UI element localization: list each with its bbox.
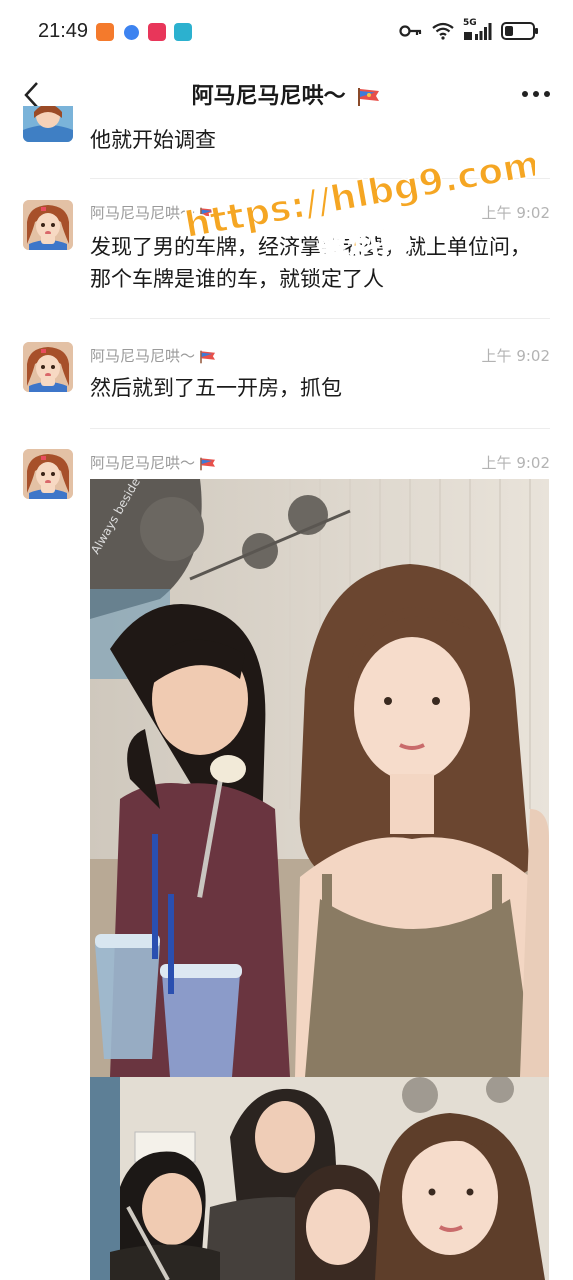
- message-text: 然后就到了五一开房，抓包: [90, 376, 342, 400]
- chat-photo[interactable]: [90, 1077, 549, 1280]
- sender-name: 阿马尼马尼哄～: [90, 345, 217, 366]
- message-timestamp: 上午 9:02: [481, 347, 550, 365]
- key-icon: [399, 25, 422, 37]
- message-timestamp: 上午 9:02: [481, 454, 550, 472]
- message-divider: [90, 318, 550, 319]
- battery-icon: [501, 22, 538, 40]
- signal-icon: 5G: [463, 18, 493, 40]
- message-text: 发现了男的车牌，经济掌控老婆，就上单位问，那个车牌是谁的车，就锁定了人: [90, 235, 531, 291]
- flag-emoji-icon: [200, 350, 216, 363]
- notification-app-icon: [174, 23, 192, 41]
- sender-name: 阿马尼马尼哄～: [90, 452, 217, 473]
- avatar[interactable]: [23, 342, 73, 392]
- more-dots-icon: [522, 91, 550, 97]
- notification-app-icon: [96, 23, 114, 41]
- avatar[interactable]: [23, 106, 73, 142]
- wifi-icon: [432, 22, 454, 40]
- notification-app-icon: [124, 25, 139, 40]
- status-bar: 21:49 5G: [0, 0, 573, 66]
- sender-name: 阿马尼马尼哄～: [90, 202, 217, 223]
- chat-title: 阿马尼马尼哄～: [0, 78, 573, 110]
- avatar[interactable]: [23, 449, 73, 499]
- chat-header: 阿马尼马尼哄～: [0, 66, 573, 124]
- flag-emoji-icon: [200, 457, 216, 470]
- avatar[interactable]: [23, 200, 73, 250]
- status-time: 21:49: [38, 20, 89, 42]
- flag-emoji-icon: [200, 207, 216, 220]
- chat-photo[interactable]: Always beside: [90, 479, 549, 1077]
- message-divider: [90, 428, 550, 429]
- more-options-button[interactable]: [521, 72, 551, 105]
- flag-emoji-icon: [358, 88, 380, 106]
- message-text: 他就开始调查: [90, 128, 216, 152]
- notification-app-icon: [148, 23, 166, 41]
- message-divider: [90, 178, 550, 179]
- message-timestamp: 上午 9:02: [481, 204, 550, 222]
